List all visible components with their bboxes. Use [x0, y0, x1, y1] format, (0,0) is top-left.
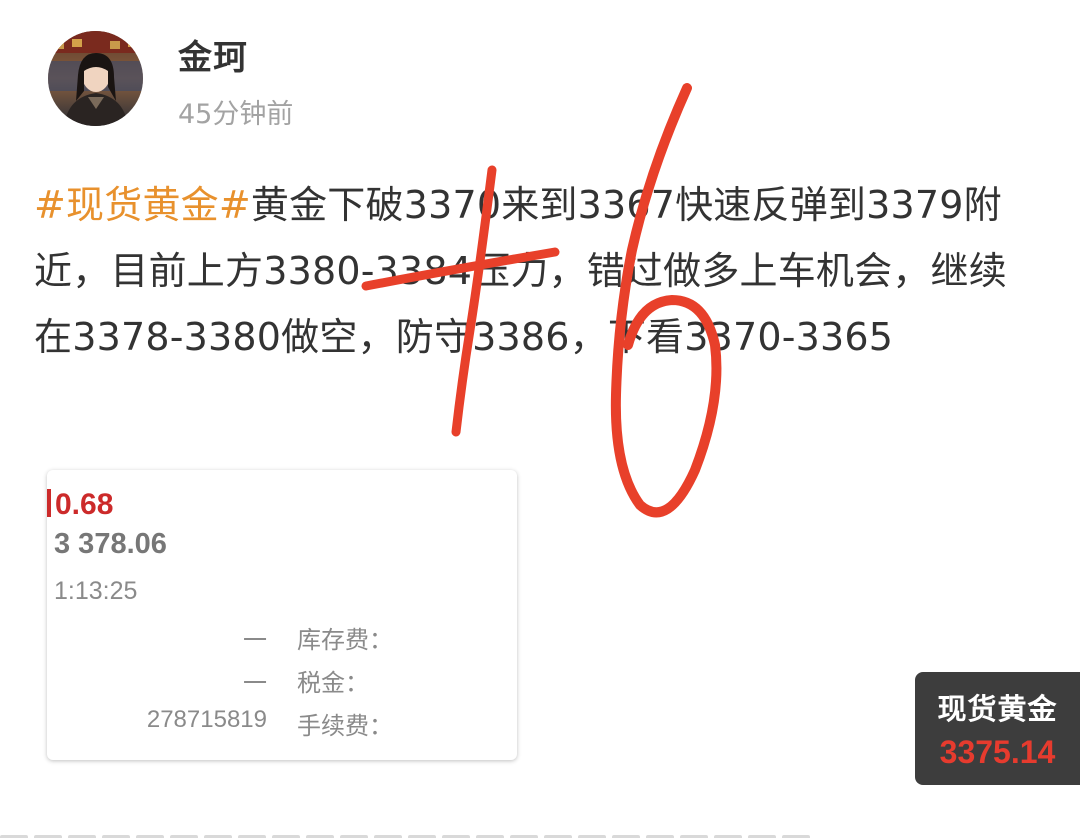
- post-timestamp: 45分钟前: [178, 99, 294, 130]
- post-page: 金珂 45分钟前 #现货黄金#黄金下破3370来到3367快速反弹到3379附近…: [0, 0, 1080, 838]
- ticker-price: 3375.14: [939, 734, 1056, 770]
- post-body: #现货黄金#黄金下破3370来到3367快速反弹到3379附近，目前上方3380…: [34, 172, 1044, 370]
- hashtag-link[interactable]: #现货黄金#: [34, 183, 251, 227]
- fee-label: 库存费：: [297, 626, 393, 654]
- avatar[interactable]: [48, 31, 143, 126]
- gold-ticker-widget[interactable]: 现货黄金 3375.14: [915, 672, 1080, 785]
- fee-row-tax: 一 税金：: [47, 663, 517, 699]
- author-name[interactable]: 金珂: [178, 30, 248, 79]
- ticker-name: 现货黄金: [937, 692, 1058, 726]
- fee-row-storage: 一 库存费：: [47, 620, 517, 656]
- fee-label: 手续费：: [297, 712, 393, 740]
- trade-change: 0.68: [47, 488, 113, 522]
- fee-value: 278715819: [146, 706, 267, 733]
- next-post-cutoff: [0, 826, 1080, 838]
- change-bar-icon: [47, 489, 51, 517]
- fee-value: 一: [243, 670, 267, 697]
- trade-time: 1:13:25: [54, 577, 138, 605]
- fee-label: 税金：: [297, 669, 369, 697]
- fee-row-commission: 278715819 手续费：: [47, 706, 517, 742]
- trade-change-value: 0.68: [55, 488, 114, 521]
- avatar-photo-icon: [48, 31, 143, 126]
- trade-price: 3 378.06: [54, 528, 167, 560]
- trade-screenshot-card[interactable]: 0.68 3 378.06 1:13:25 一 库存费： 一 税金： 27871…: [47, 470, 517, 760]
- fee-value: 一: [243, 627, 267, 654]
